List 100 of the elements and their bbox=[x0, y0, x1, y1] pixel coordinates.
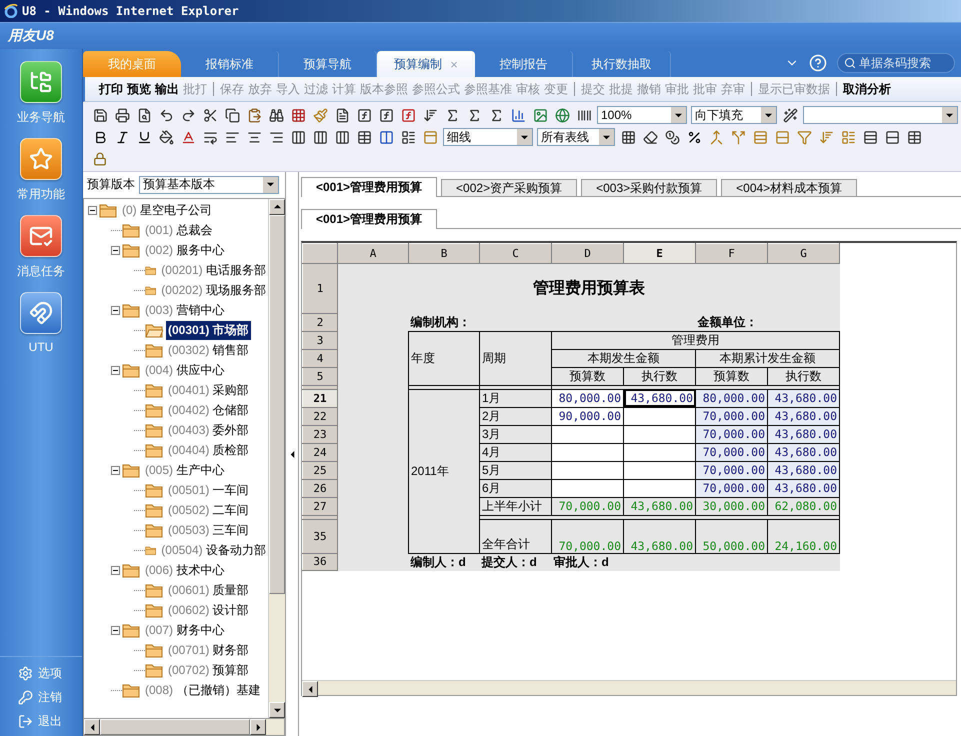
table-cell: 43,680.00 bbox=[630, 538, 693, 552]
table-header: 周期 bbox=[482, 350, 506, 364]
wand-icon[interactable] bbox=[781, 106, 799, 124]
line-style-select[interactable]: 细线 bbox=[443, 128, 533, 146]
scrollbar[interactable] bbox=[302, 680, 956, 695]
scrollbar[interactable] bbox=[83, 719, 285, 736]
tree-item[interactable]: (00404) 质检部 bbox=[166, 441, 251, 460]
column-header[interactable]: F bbox=[696, 244, 768, 264]
table-cell: 43,680.00 bbox=[774, 427, 837, 441]
copy-icon[interactable] bbox=[223, 106, 241, 124]
collapse-arrow-icon bbox=[288, 450, 296, 458]
expand-toggle[interactable] bbox=[111, 366, 120, 376]
table-cell: 2月 bbox=[482, 408, 501, 422]
sheet-tab[interactable]: <002>资产采购预算 bbox=[441, 179, 578, 196]
tree-item[interactable]: (002) 服务中心 bbox=[143, 241, 226, 260]
row-header[interactable]: 2 bbox=[302, 314, 338, 331]
expand-toggle[interactable] bbox=[111, 566, 120, 576]
tree-item[interactable]: (00504) 设备动力部 bbox=[159, 541, 268, 560]
tree-item[interactable]: (00302) 销售部 bbox=[166, 341, 251, 360]
tree-item[interactable]: (00403) 委外部 bbox=[166, 421, 251, 440]
sheet-tab[interactable]: <004>材料成本预算 bbox=[721, 179, 858, 196]
scrollbar[interactable] bbox=[268, 198, 285, 718]
row-header[interactable]: 3 bbox=[302, 331, 338, 349]
tree-item[interactable]: (00201) 电话服务部 bbox=[159, 261, 268, 280]
spreadsheet[interactable] bbox=[301, 241, 957, 696]
tree-item[interactable]: (00401) 采购部 bbox=[166, 381, 251, 400]
expand-toggle[interactable] bbox=[88, 206, 97, 216]
folder-tree-icon[interactable] bbox=[20, 61, 62, 103]
fill-select[interactable]: 向下填充 bbox=[691, 106, 777, 124]
org-label: 编制机构： bbox=[410, 314, 470, 328]
folder-icon bbox=[145, 383, 163, 398]
row-header[interactable]: 23 bbox=[302, 425, 338, 443]
tree-item[interactable]: (00202) 现场服务部 bbox=[159, 281, 268, 300]
column-header[interactable]: C bbox=[480, 244, 552, 264]
table-cell: 30,000.00 bbox=[702, 499, 765, 513]
tree-item[interactable]: (0) 星空电子公司 bbox=[120, 201, 214, 220]
logout-icon[interactable] bbox=[18, 714, 33, 729]
table-header: 本期累计发生金额 bbox=[720, 350, 816, 364]
tree-item[interactable]: (00602) 设计部 bbox=[166, 601, 251, 620]
eraser-icon[interactable] bbox=[641, 128, 659, 146]
tree-item[interactable]: (005) 生产中心 bbox=[143, 461, 226, 480]
tree-item[interactable]: (008) （已撤销）基建 bbox=[143, 681, 262, 700]
row-header[interactable]: 5 bbox=[302, 367, 338, 385]
tree-item[interactable]: (00402) 仓储部 bbox=[166, 401, 251, 420]
tree-item[interactable]: (006) 技术中心 bbox=[143, 561, 226, 580]
tab[interactable]: 预算编制 × bbox=[377, 51, 475, 77]
magnet-icon[interactable] bbox=[20, 292, 62, 334]
sheet-tab[interactable]: <003>采购付款预算 bbox=[581, 179, 718, 196]
settings-icon[interactable] bbox=[18, 666, 33, 681]
expand-toggle[interactable] bbox=[111, 466, 120, 476]
version-select[interactable]: 预算基本版本 bbox=[139, 176, 279, 194]
zoom-select[interactable]: 100% bbox=[597, 106, 687, 124]
tree-item[interactable]: (00701) 财务部 bbox=[166, 641, 251, 660]
row-header[interactable]: 36 bbox=[302, 553, 338, 570]
column-header[interactable]: D bbox=[552, 244, 624, 264]
tree-item[interactable]: (00601) 质量部 bbox=[166, 581, 251, 600]
table-cell: 43,680.00 bbox=[774, 463, 837, 477]
tree-item[interactable]: (00301) 市场部 bbox=[166, 321, 251, 340]
lock-icon[interactable] bbox=[91, 150, 109, 168]
row-header[interactable]: 35 bbox=[302, 519, 338, 553]
tree-item[interactable]: (004) 供应中心 bbox=[143, 361, 226, 380]
row-header[interactable]: 21 bbox=[302, 389, 338, 407]
row-header[interactable]: 26 bbox=[302, 479, 338, 497]
row-header[interactable]: 25 bbox=[302, 461, 338, 479]
tree-item[interactable]: (00503) 三车间 bbox=[166, 521, 251, 540]
column-header[interactable]: B bbox=[408, 244, 480, 264]
scroll-arrow-icon bbox=[274, 706, 280, 714]
currency-icon[interactable] bbox=[663, 128, 681, 146]
printer-icon[interactable] bbox=[113, 106, 131, 124]
globe-icon[interactable] bbox=[553, 106, 571, 124]
column-header[interactable]: A bbox=[338, 244, 408, 264]
help-icon[interactable] bbox=[809, 54, 827, 72]
expand-toggle[interactable] bbox=[111, 626, 120, 636]
menu-item[interactable]: 输出 bbox=[153, 80, 181, 98]
table-header: 管理费用 bbox=[672, 332, 720, 346]
key-icon[interactable] bbox=[18, 690, 33, 705]
row-header[interactable]: 4 bbox=[302, 349, 338, 367]
row-header[interactable]: 27 bbox=[302, 497, 338, 515]
fill-color-icon[interactable] bbox=[157, 128, 175, 146]
tree-item[interactable]: (003) 营销中心 bbox=[143, 301, 226, 320]
tree-item[interactable]: (001) 总裁会 bbox=[143, 221, 214, 240]
border-select[interactable]: 所有表线 bbox=[537, 128, 615, 146]
menu-item[interactable]: 打印 bbox=[97, 80, 125, 98]
column-header[interactable]: E bbox=[624, 244, 696, 264]
expand-toggle[interactable] bbox=[111, 306, 120, 316]
tree-item[interactable]: (00702) 预算部 bbox=[166, 661, 251, 680]
sheet-tab[interactable]: <001>管理费用预算 bbox=[301, 209, 438, 229]
column-header[interactable]: G bbox=[768, 244, 840, 264]
row-header[interactable]: 1 bbox=[302, 264, 338, 314]
tree-item[interactable]: (00501) 一车间 bbox=[166, 481, 251, 500]
menu-item[interactable]: 预览 bbox=[125, 80, 153, 98]
tree-item[interactable]: (00502) 二车间 bbox=[166, 501, 251, 520]
row-header[interactable]: 24 bbox=[302, 443, 338, 461]
sheet-tab[interactable]: <001>管理费用预算 bbox=[301, 177, 438, 197]
menu-item[interactable]: 取消分析 bbox=[841, 80, 893, 98]
tree-item[interactable]: (007) 财务中心 bbox=[143, 621, 226, 640]
row-header[interactable]: 22 bbox=[302, 407, 338, 425]
expand-toggle[interactable] bbox=[111, 246, 120, 256]
search-field[interactable]: 单据条码搜索 bbox=[837, 53, 955, 73]
mail-icon[interactable] bbox=[20, 215, 62, 257]
